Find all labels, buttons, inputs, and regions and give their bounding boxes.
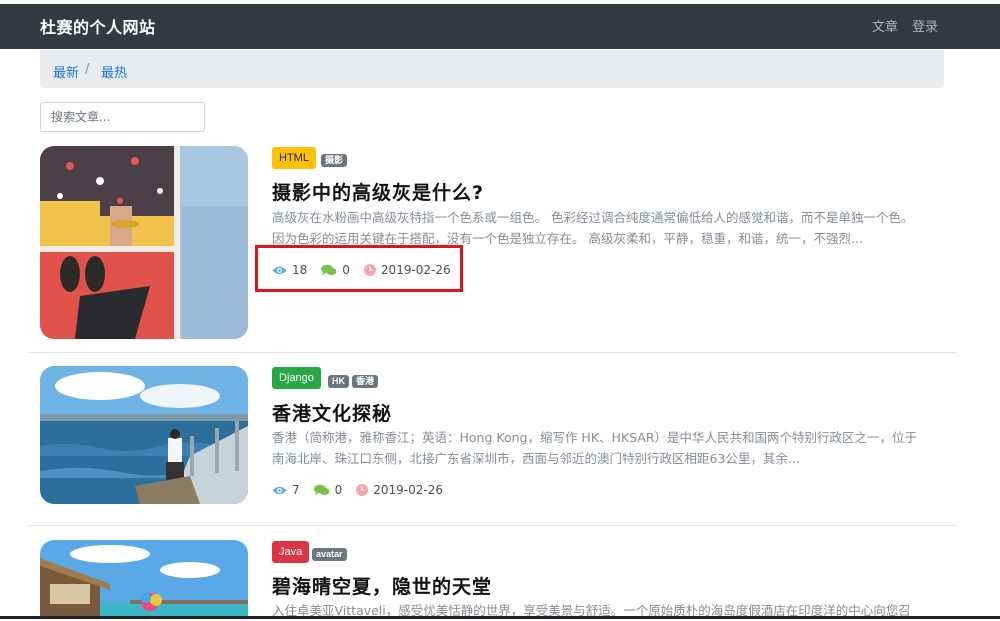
article-thumbnail[interactable] bbox=[40, 540, 248, 619]
breadcrumb: 最新 / 最热 bbox=[40, 50, 944, 88]
excerpt-line: 南海北岸、珠江口东侧，北接广东省深圳市，西面与邻近的澳门特别行政区相距63公里，… bbox=[272, 451, 800, 466]
breadcrumb-hottest[interactable]: 最热 bbox=[101, 62, 127, 81]
divider bbox=[28, 525, 957, 526]
tag-badge[interactable]: 摄影 bbox=[321, 154, 348, 167]
view-count: 7 bbox=[292, 483, 300, 497]
comment-count: 0 bbox=[334, 483, 343, 497]
article-excerpt: 香港（简称港，雅称香江；英语：Hong Kong，缩写作 HK、HKSAR）是中… bbox=[272, 427, 944, 469]
search-input[interactable] bbox=[40, 102, 205, 132]
excerpt-line: 香港（简称港，雅称香江；英语：Hong Kong，缩写作 HK、HKSAR）是中… bbox=[272, 430, 918, 445]
article-title[interactable]: 碧海晴空夏，隐世的天堂 bbox=[272, 572, 492, 599]
tag-badge[interactable]: HK bbox=[328, 375, 349, 388]
category-tag-java[interactable]: Java bbox=[272, 541, 310, 563]
navbar: 杜赛的个人网站 文章 登录 bbox=[0, 4, 1000, 49]
tag-badge[interactable]: avatar bbox=[312, 548, 347, 561]
eye-icon bbox=[272, 486, 287, 494]
site-brand[interactable]: 杜赛的个人网站 bbox=[40, 4, 156, 51]
breadcrumb-separator: / bbox=[85, 62, 90, 77]
highlight-box bbox=[255, 245, 463, 292]
tag-badge[interactable]: 香港 bbox=[352, 375, 379, 388]
article-excerpt: 高级灰在水粉画中高级灰特指一个色系或一组色。 色彩经过调合纯度通常偏低给人的感觉… bbox=[272, 207, 944, 249]
article-meta: 7 0 2019-02-26 bbox=[272, 482, 457, 498]
publish-date: 2019-02-26 bbox=[373, 483, 444, 497]
nav-links: 文章 登录 bbox=[862, 4, 938, 51]
article-thumbnail[interactable] bbox=[40, 366, 248, 504]
article-title[interactable]: 摄影中的高级灰是什么? bbox=[272, 178, 484, 205]
nav-link-articles[interactable]: 文章 bbox=[872, 20, 898, 35]
comments-icon bbox=[313, 484, 330, 496]
category-tag-django[interactable]: Django bbox=[272, 367, 321, 389]
nav-link-login[interactable]: 登录 bbox=[912, 20, 938, 35]
excerpt-line: 高级灰在水粉画中高级灰特指一个色系或一组色。 色彩经过调合纯度通常偏低给人的感觉… bbox=[272, 210, 914, 225]
clock-icon bbox=[356, 484, 369, 496]
article-title[interactable]: 香港文化探秘 bbox=[272, 399, 392, 426]
breadcrumb-latest[interactable]: 最新 bbox=[53, 62, 79, 81]
category-tag-html[interactable]: HTML bbox=[272, 147, 316, 169]
article-thumbnail[interactable] bbox=[40, 146, 248, 339]
divider bbox=[28, 352, 957, 353]
